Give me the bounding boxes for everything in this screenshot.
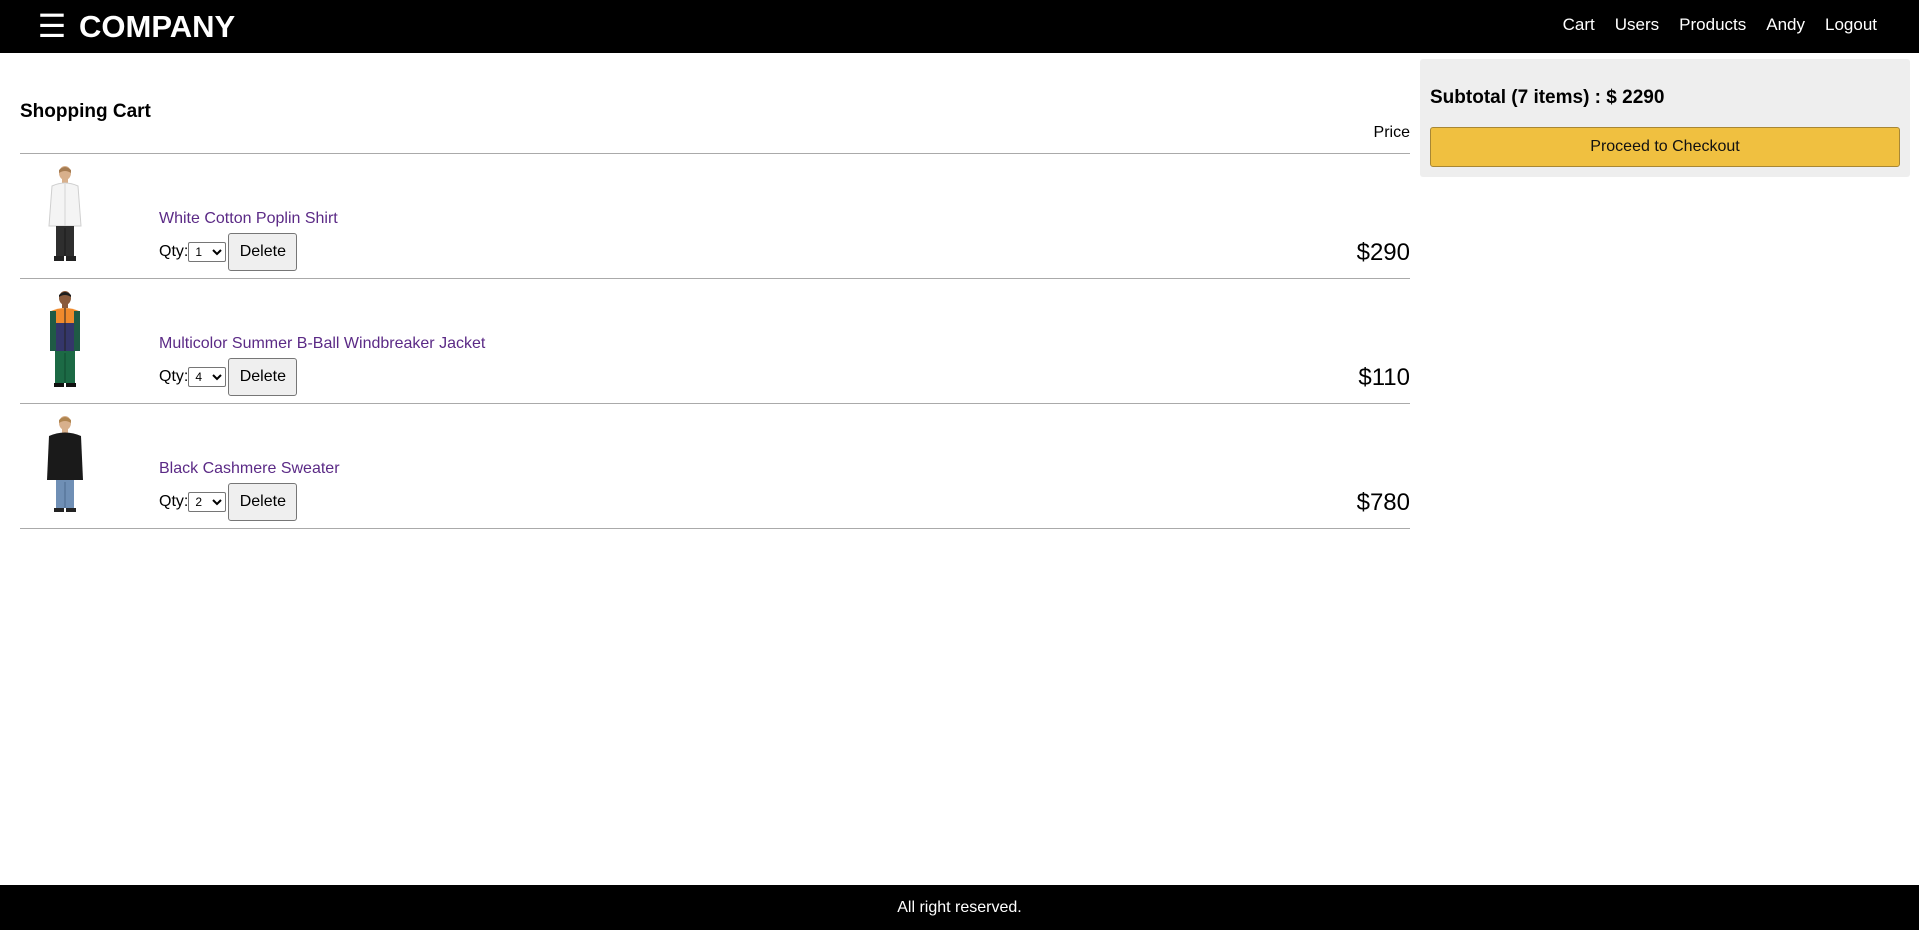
- quantity-controls: Qty: 1 Delete: [159, 233, 298, 271]
- delete-button[interactable]: Delete: [228, 483, 298, 521]
- cart-item-row: White Cotton Poplin Shirt Qty: 1 Delete …: [20, 154, 1410, 279]
- delete-button[interactable]: Delete: [228, 358, 298, 396]
- windbreaker-model-photo[interactable]: [40, 289, 90, 389]
- subtotal-text: Subtotal (7 items) : $ 2290: [1430, 87, 1665, 108]
- quantity-select[interactable]: 1: [188, 242, 227, 262]
- proceed-to-checkout-button[interactable]: Proceed to Checkout: [1430, 127, 1900, 167]
- footer: All right reserved.: [0, 885, 1919, 930]
- nav-link-cart[interactable]: Cart: [1563, 15, 1595, 35]
- cart-item-row: Multicolor Summer B-Ball Windbreaker Jac…: [20, 279, 1410, 404]
- product-link[interactable]: Multicolor Summer B-Ball Windbreaker Jac…: [159, 334, 485, 354]
- black-sweater-model-photo[interactable]: [40, 414, 90, 514]
- qty-label: Qty:: [159, 493, 189, 510]
- footer-text: All right reserved.: [897, 899, 1022, 916]
- delete-button[interactable]: Delete: [228, 233, 298, 271]
- product-link[interactable]: White Cotton Poplin Shirt: [159, 209, 338, 229]
- nav-link-user-andy[interactable]: Andy: [1766, 15, 1805, 35]
- quantity-controls: Qty: 4 Delete: [159, 358, 298, 396]
- nav-link-users[interactable]: Users: [1615, 15, 1659, 35]
- price-column-header: Price: [1373, 124, 1410, 141]
- quantity-select[interactable]: 2: [188, 492, 227, 512]
- item-price: $110: [1358, 364, 1410, 391]
- page-title: Shopping Cart: [20, 101, 151, 122]
- qty-label: Qty:: [159, 368, 189, 385]
- quantity-select[interactable]: 4: [188, 367, 227, 387]
- white-shirt-model-photo[interactable]: [40, 164, 90, 264]
- brand-logo[interactable]: COMPANY: [79, 9, 235, 45]
- cart-item-row: Black Cashmere Sweater Qty: 2 Delete $78…: [20, 404, 1410, 529]
- qty-label: Qty:: [159, 243, 189, 260]
- cart-items-list: White Cotton Poplin Shirt Qty: 1 Delete …: [20, 153, 1410, 529]
- nav-link-logout[interactable]: Logout: [1825, 15, 1877, 35]
- item-price: $290: [1356, 239, 1410, 266]
- item-price: $780: [1356, 489, 1410, 516]
- product-link[interactable]: Black Cashmere Sweater: [159, 459, 340, 479]
- main-nav: Cart Users Products Andy Logout: [1563, 15, 1877, 35]
- order-summary-card: Subtotal (7 items) : $ 2290 Proceed to C…: [1420, 59, 1910, 177]
- hamburger-menu-icon[interactable]: ☰: [36, 10, 68, 42]
- quantity-controls: Qty: 2 Delete: [159, 483, 298, 521]
- top-navbar: ☰ COMPANY Cart Users Products Andy Logou…: [0, 0, 1919, 53]
- nav-link-products[interactable]: Products: [1679, 15, 1746, 35]
